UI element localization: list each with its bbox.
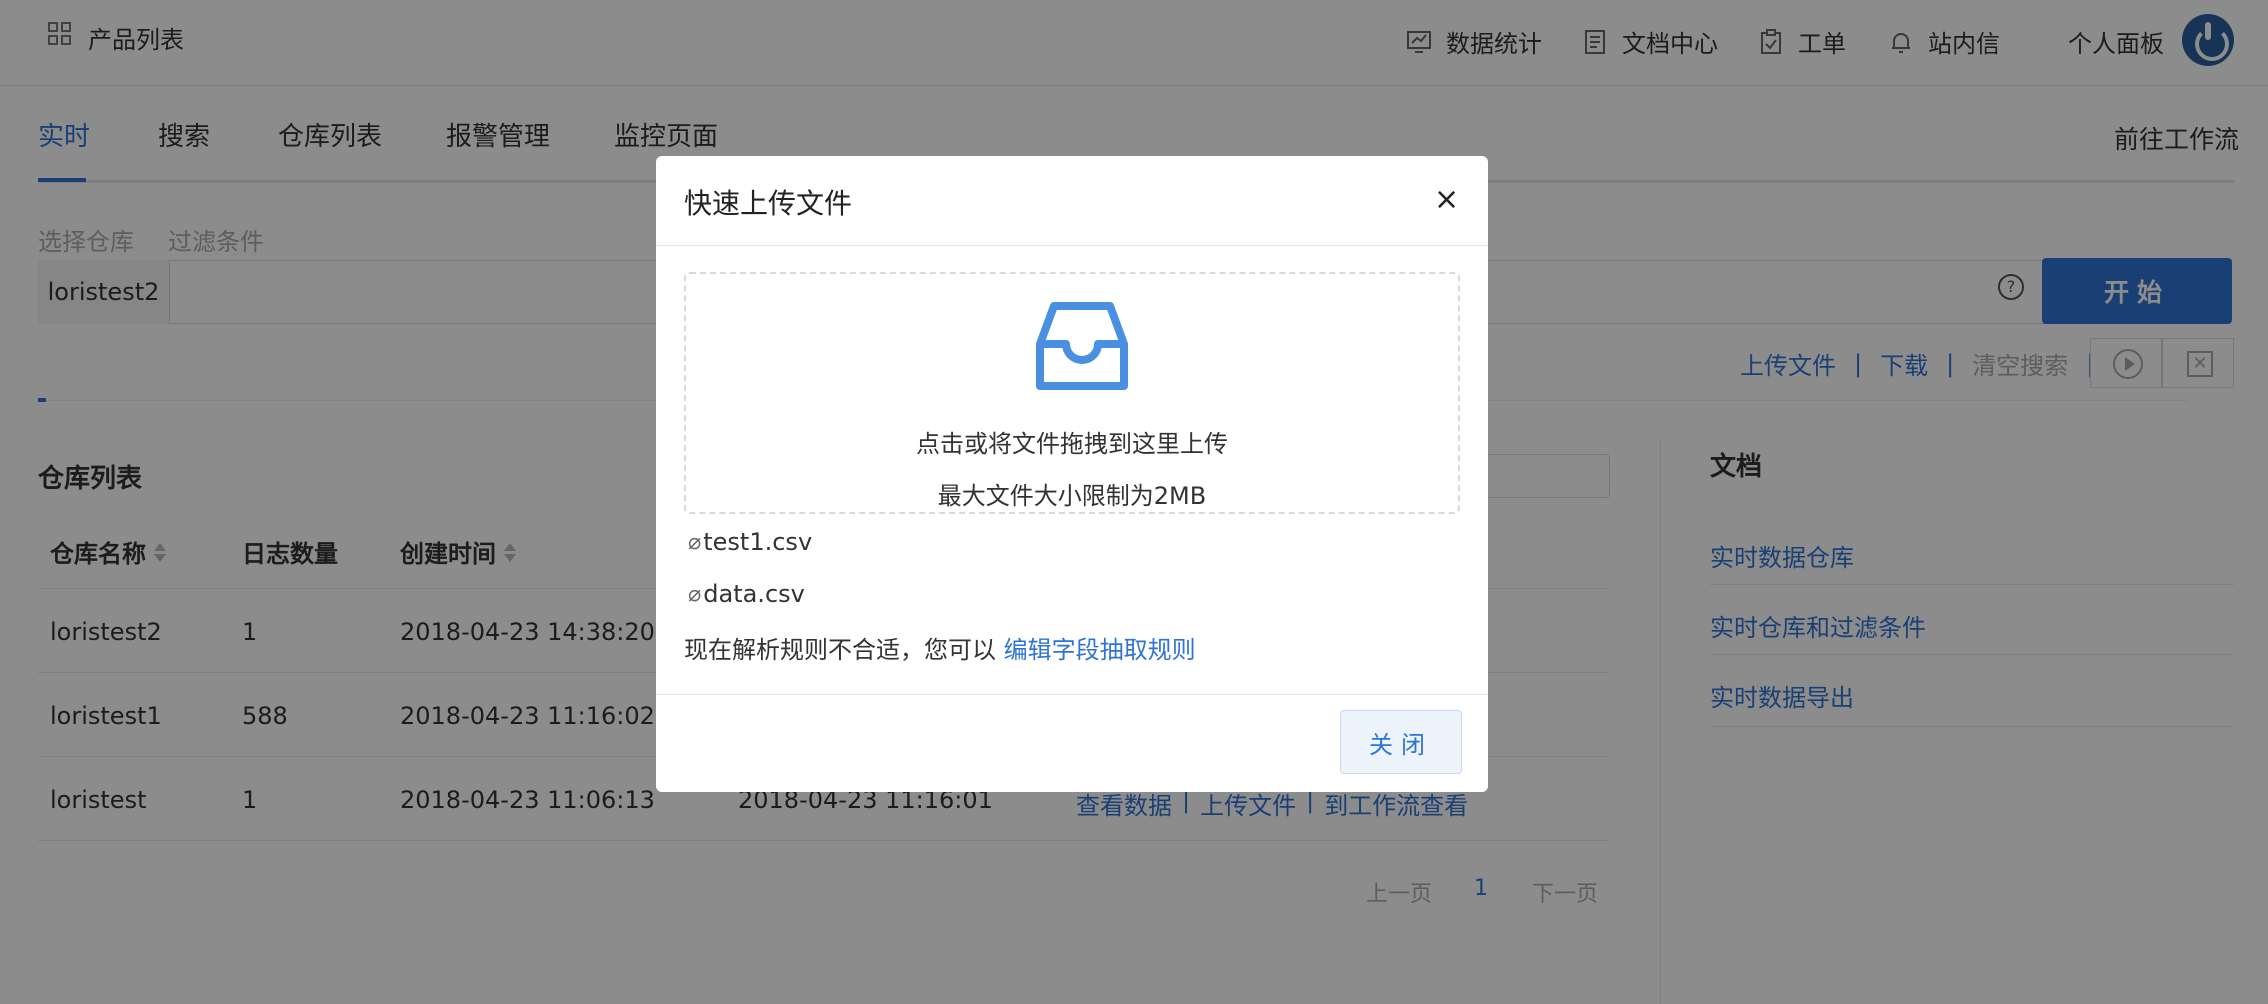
modal-title: 快速上传文件	[684, 187, 853, 220]
edit-rule-link[interactable]: 编辑字段抽取规则	[1004, 636, 1196, 664]
upload-dropzone[interactable]: 点击或将文件拖拽到这里上传 最大文件大小限制为2MB	[684, 272, 1460, 514]
rule-hint-text: 现在解析规则不合适，您可以	[684, 636, 996, 664]
file-item[interactable]: ⌀ data.csv	[688, 580, 805, 608]
inbox-icon	[1036, 302, 1128, 390]
close-button[interactable]: 关闭	[1340, 710, 1462, 774]
close-icon[interactable]: ×	[1434, 182, 1459, 217]
rule-hint: 现在解析规则不合适，您可以 编辑字段抽取规则	[684, 630, 1196, 665]
file-name: data.csv	[703, 580, 805, 608]
upload-modal: 快速上传文件 × 点击或将文件拖拽到这里上传 最大文件大小限制为2MB ⌀ te…	[656, 156, 1488, 792]
paperclip-icon: ⌀	[688, 529, 702, 555]
dropzone-hint: 点击或将文件拖拽到这里上传	[916, 430, 1228, 458]
modal-header: 快速上传文件 ×	[656, 156, 1488, 246]
modal-footer-divider	[656, 694, 1488, 695]
paperclip-icon: ⌀	[688, 581, 702, 607]
file-name: test1.csv	[703, 528, 813, 556]
file-item[interactable]: ⌀ test1.csv	[688, 528, 812, 556]
dropzone-limit: 最大文件大小限制为2MB	[937, 482, 1207, 510]
